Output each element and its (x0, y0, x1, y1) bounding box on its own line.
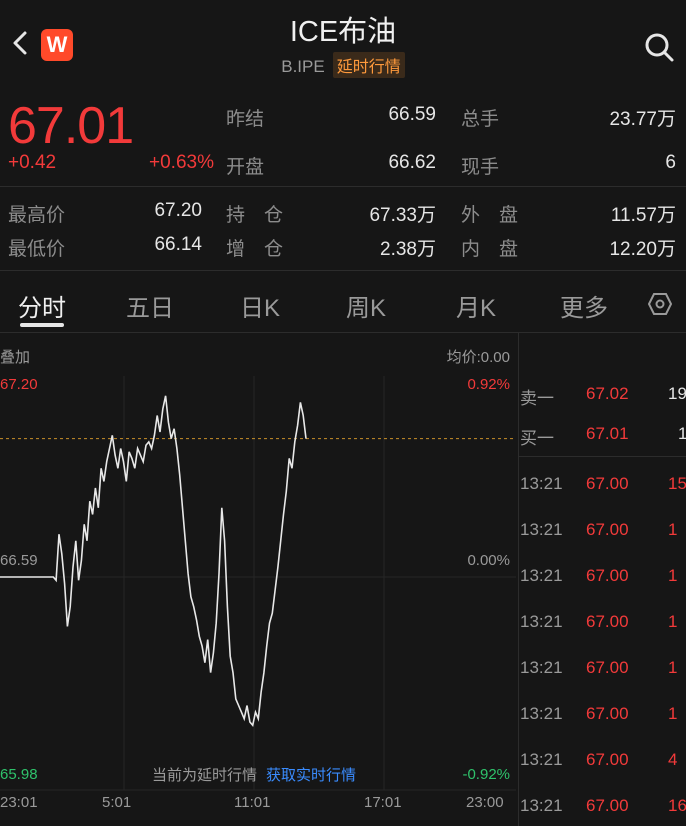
tick-price: 67.00 (586, 658, 629, 677)
x-tick-label: 11:01 (234, 794, 271, 811)
high-value: 67.20 (154, 200, 202, 221)
price-change: +0.42 (8, 152, 57, 173)
price-line (0, 395, 307, 728)
tick-row: 13:21 67.00 1 (518, 704, 686, 728)
orderbook-divider (518, 456, 686, 457)
outer-volume-value: 11.57万 (610, 205, 676, 226)
open-value: 66.62 (388, 152, 436, 173)
tab-daily-k[interactable]: 日K (240, 288, 280, 323)
tick-volume: 1 (668, 658, 678, 677)
open-label: 开盘 (226, 157, 265, 178)
tick-time: 13:21 (520, 566, 563, 585)
chart-svg (0, 376, 516, 791)
ask-volume: 19 (668, 384, 686, 403)
tick-time: 13:21 (520, 520, 563, 539)
open-interest-label: 持 仓 (226, 205, 284, 226)
instrument-code: B.IPE (281, 57, 325, 76)
tab-intraday[interactable]: 分时 (18, 288, 66, 323)
page-title: ICE布油 (289, 16, 397, 48)
tick-time: 13:21 (520, 704, 563, 723)
volume-value: 23.77万 (609, 109, 676, 130)
tick-time: 13:21 (520, 750, 563, 769)
x-tick-label: 17:01 (364, 794, 402, 811)
settings-icon[interactable] (648, 292, 672, 316)
oi-change-label: 增 仓 (226, 239, 284, 260)
order-book-panel: 卖一 67.02 19 买一 67.01 1 13:21 67.00 15 13:21… (518, 332, 686, 826)
tick-price: 67.00 (586, 796, 629, 815)
tick-row: 13:21 67.00 15 (518, 474, 686, 498)
delay-tag: 延时行情 (332, 52, 405, 78)
outer-volume-label: 外 盘 (461, 205, 519, 226)
tick-row: 13:21 67.00 1 (518, 566, 686, 590)
tick-volume: 1 (668, 520, 678, 539)
tick-row: 13:21 67.00 4 (518, 750, 686, 774)
inner-volume-label: 内 盘 (461, 239, 519, 260)
tick-row: 13:21 67.00 1 (518, 658, 686, 682)
tick-time: 13:21 (520, 658, 563, 677)
active-tab-indicator (20, 323, 64, 327)
prev-close-value: 66.59 (388, 104, 436, 125)
ask-label: 卖一 (520, 389, 554, 408)
ask-price: 67.02 (586, 384, 629, 403)
tick-price: 67.00 (586, 520, 629, 539)
tick-time: 13:21 (520, 796, 563, 815)
price-change-pct: +0.63% (149, 152, 214, 173)
x-tick-label: 23:00 (466, 794, 504, 811)
high-label: 最高价 (8, 205, 66, 226)
search-icon[interactable] (642, 30, 676, 64)
tick-volume: 1 (668, 612, 678, 631)
tab-five-day[interactable]: 五日 (126, 288, 174, 323)
oi-change-value: 2.38万 (380, 239, 436, 260)
tick-time: 13:21 (520, 612, 563, 631)
realtime-link[interactable]: 获取实时行情 (266, 764, 356, 785)
volume-label: 总手 (461, 109, 500, 130)
tab-more[interactable]: 更多 (560, 288, 608, 323)
tick-volume: 1 (668, 704, 678, 723)
tick-row: 13:21 67.00 1 (518, 520, 686, 544)
bid-volume: 1 (678, 424, 686, 443)
tick-row: 13:21 67.00 1 (518, 612, 686, 636)
prev-close-label: 昨结 (226, 109, 265, 130)
instrument-subtitle: B.IPE 延时行情 (0, 52, 686, 78)
quote-divider (0, 186, 686, 187)
tick-list[interactable]: 13:21 67.00 15 13:21 67.00 1 13:21 67.00 1 13:21 6… (518, 460, 686, 826)
pct-label-bottom: -0.92% (462, 766, 510, 783)
tick-price: 67.00 (586, 704, 629, 723)
y-label-mid: 66.59 (0, 552, 38, 569)
tick-price: 67.00 (586, 474, 629, 493)
x-tick-label: 5:01 (102, 794, 132, 811)
delay-notice: 当前为延时行情 (152, 767, 258, 784)
low-value: 66.14 (154, 234, 202, 255)
tab-weekly-k[interactable]: 周K (346, 288, 386, 323)
tick-price: 67.00 (586, 750, 629, 769)
low-label: 最低价 (8, 239, 66, 260)
bid-price: 67.01 (586, 424, 629, 443)
y-label-top: 67.20 (0, 376, 38, 393)
last-price: 67.01 (8, 97, 134, 155)
y-label-bottom: 65.98 (0, 766, 38, 783)
avg-price-label: 均价:0.00 (446, 349, 510, 366)
pct-label-mid: 0.00% (467, 552, 510, 569)
overlay-button[interactable]: 叠加 (0, 346, 30, 367)
chart-tabs: 分时 五日 日K 周K 月K 更多 (0, 276, 686, 330)
bid-label: 买一 (520, 429, 554, 448)
x-tick-label: 23:01 (0, 794, 38, 811)
pct-label-top: 0.92% (467, 376, 510, 393)
current-volume-value: 6 (665, 152, 676, 173)
current-volume-label: 现手 (461, 157, 500, 178)
tick-volume: 4 (668, 750, 678, 769)
tick-price: 67.00 (586, 612, 629, 631)
tick-volume: 16 (668, 796, 686, 815)
tick-volume: 1 (668, 566, 678, 585)
tick-time: 13:21 (520, 474, 563, 493)
tick-row: 13:21 67.00 16 (518, 796, 686, 820)
inner-volume-value: 12.20万 (609, 239, 676, 260)
open-interest-value: 67.33万 (369, 205, 436, 226)
tabs-divider (0, 270, 686, 271)
intraday-chart[interactable]: 叠加 均价:0.00 67.20 0.92% 66.59 0.00% 65.98… (0, 332, 516, 826)
tick-price: 67.00 (586, 566, 629, 585)
tab-monthly-k[interactable]: 月K (456, 288, 496, 323)
tick-volume: 15 (668, 474, 686, 493)
